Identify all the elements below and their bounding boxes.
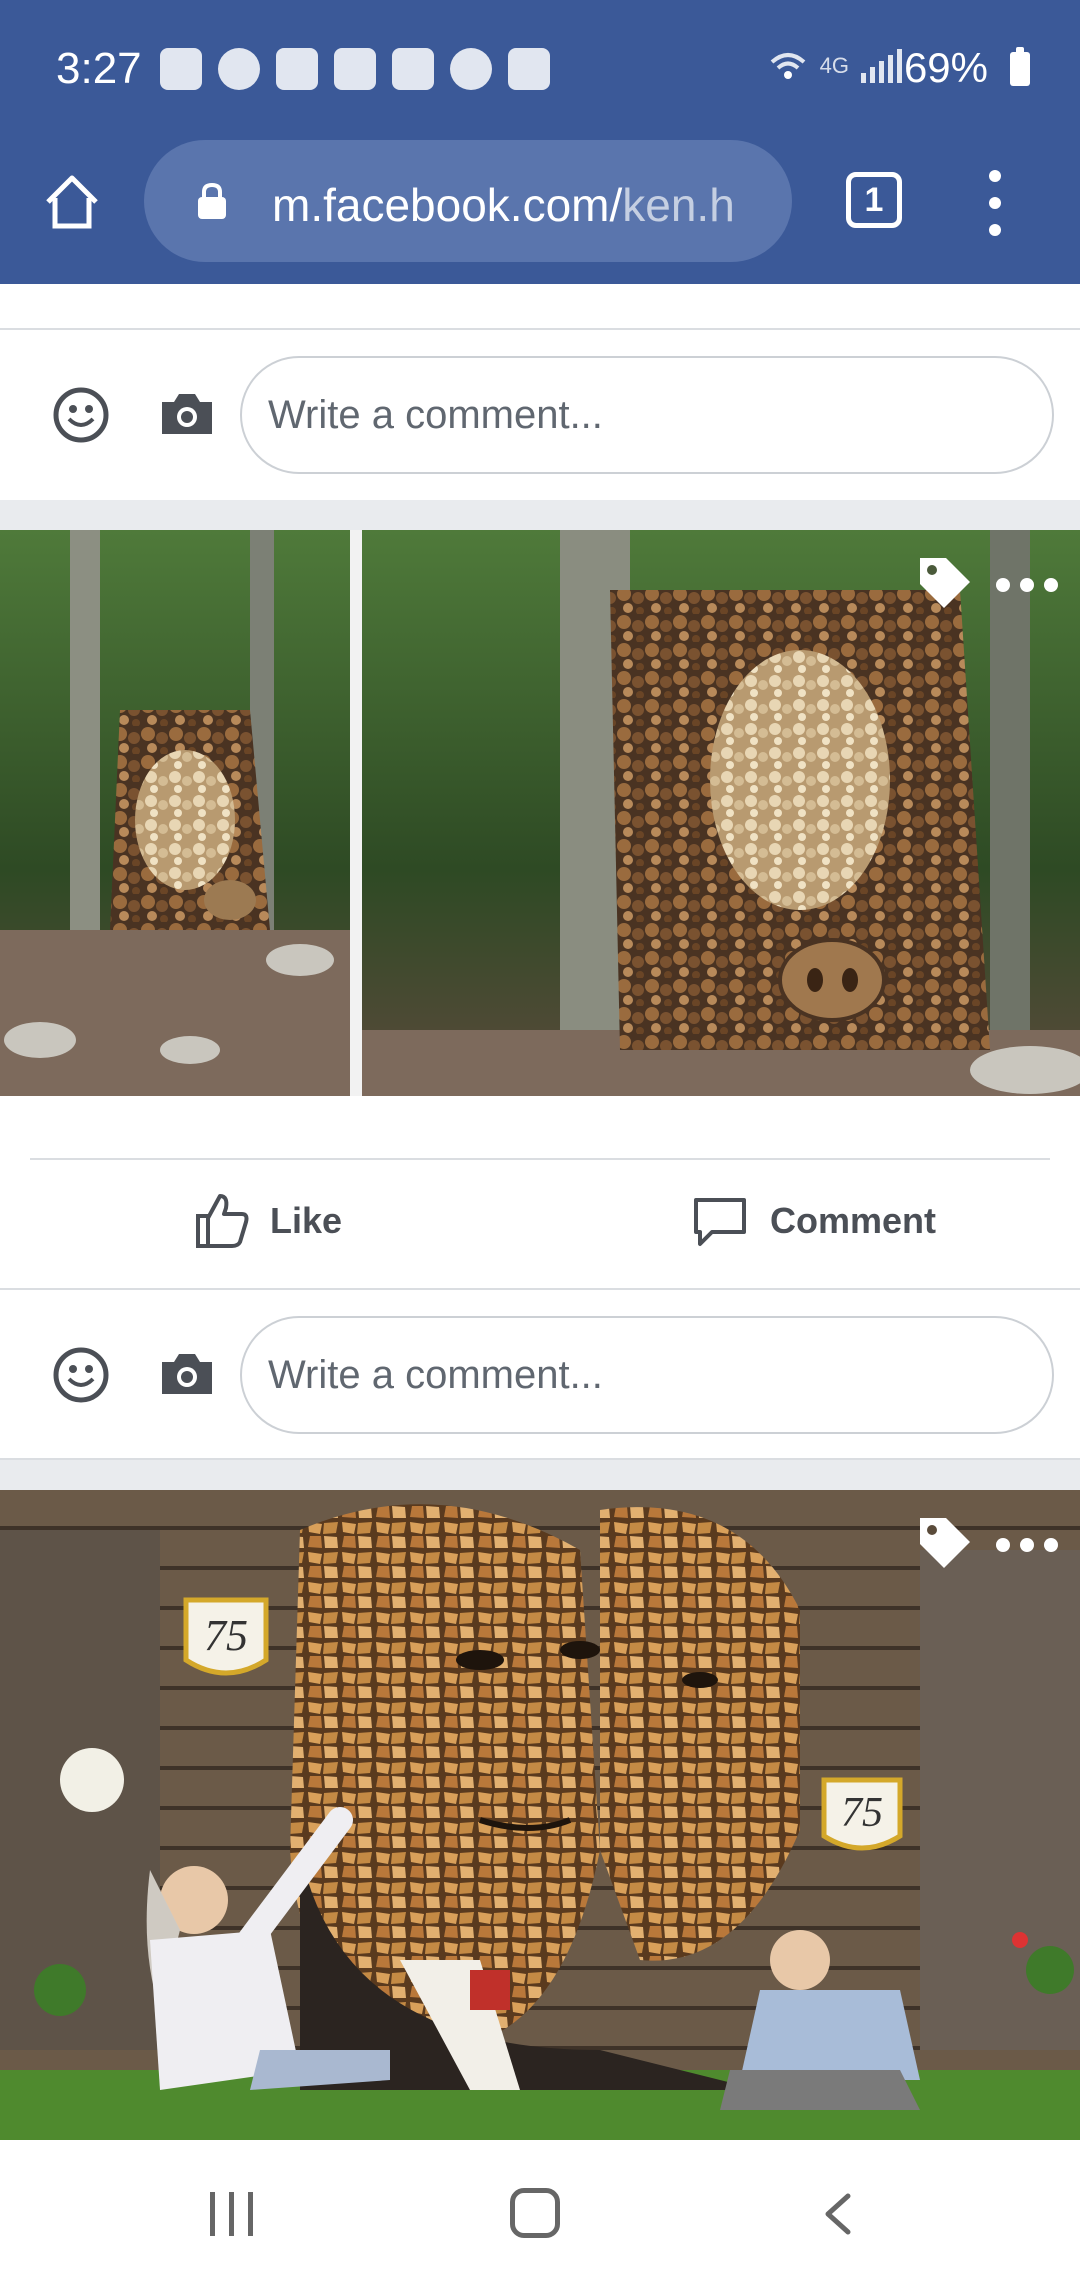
svg-text:75: 75 bbox=[841, 1790, 883, 1836]
notification-icons bbox=[160, 48, 550, 90]
recent-apps-icon[interactable] bbox=[210, 2192, 256, 2236]
comment-button[interactable]: Comment bbox=[692, 1188, 936, 1254]
mail-icon bbox=[392, 48, 434, 90]
home-nav-icon[interactable] bbox=[510, 2188, 560, 2238]
camera-icon[interactable] bbox=[158, 390, 216, 438]
url-host: m.facebook.com/ bbox=[272, 179, 623, 231]
lock-icon bbox=[198, 182, 226, 219]
comment-label: Comment bbox=[770, 1200, 937, 1241]
wifi-icon bbox=[770, 53, 805, 79]
image-icon bbox=[508, 48, 550, 90]
home-icon[interactable] bbox=[42, 172, 102, 232]
post-photo-wood-portrait[interactable]: 75 75 bbox=[0, 1490, 1080, 2140]
emoji-icon[interactable] bbox=[52, 1346, 110, 1404]
status-bar: 3:27 4G 69% bbox=[0, 0, 1080, 140]
mail-icon bbox=[334, 48, 376, 90]
comment-composer: Write a comment... bbox=[0, 1290, 1080, 1460]
status-time: 3:27 bbox=[56, 44, 142, 93]
battery-percent: 69% bbox=[903, 44, 988, 91]
messenger-icon bbox=[160, 48, 202, 90]
signal-icon bbox=[861, 49, 902, 83]
overflow-menu-icon[interactable] bbox=[980, 170, 1010, 236]
post-photo-log-pig[interactable] bbox=[0, 530, 1080, 1096]
like-button[interactable]: Like bbox=[194, 1188, 342, 1254]
sync-icon bbox=[450, 48, 492, 90]
like-label: Like bbox=[270, 1200, 343, 1241]
svg-text:75: 75 bbox=[204, 1611, 248, 1660]
connectivity-icons: 4G bbox=[768, 46, 902, 86]
system-navigation-bar bbox=[0, 2140, 1080, 2280]
more-options-icon[interactable] bbox=[996, 1534, 1060, 1554]
comment-composer: Write a comment... bbox=[0, 330, 1080, 500]
post-actions-bar: Like Comment bbox=[0, 1096, 1080, 1290]
address-bar[interactable]: m.facebook.com/ken.h bbox=[144, 140, 792, 262]
battery-icon bbox=[1010, 47, 1030, 86]
comment-input[interactable]: Write a comment... bbox=[240, 1316, 1054, 1434]
tabs-button[interactable]: 1 bbox=[846, 172, 902, 228]
url-text: m.facebook.com/ken.h bbox=[272, 178, 772, 232]
url-path: ken.h bbox=[622, 179, 735, 231]
more-options-icon[interactable] bbox=[996, 574, 1060, 594]
emoji-icon[interactable] bbox=[52, 386, 110, 444]
network-type: 4G bbox=[819, 53, 849, 78]
messenger-icon bbox=[276, 48, 318, 90]
comment-icon bbox=[694, 1198, 746, 1246]
wood-portrait-photo: 75 75 bbox=[0, 1490, 1080, 2140]
browser-chrome: 3:27 4G 69% m.facebook.com/ken.h 1 bbox=[0, 0, 1080, 284]
thumbs-up-icon bbox=[196, 1194, 249, 1248]
log-pig-photo bbox=[0, 530, 1080, 1096]
tag-icon[interactable] bbox=[916, 554, 974, 612]
screen: 3:27 4G 69% m.facebook.com/ken.h 1 Write… bbox=[0, 0, 1080, 2280]
facebook-icon bbox=[218, 48, 260, 90]
previous-post-bottom bbox=[0, 284, 1080, 330]
tag-icon[interactable] bbox=[916, 1514, 974, 1572]
camera-icon[interactable] bbox=[158, 1350, 216, 1398]
back-icon[interactable] bbox=[818, 2192, 858, 2236]
divider bbox=[30, 1158, 1050, 1160]
comment-input[interactable]: Write a comment... bbox=[240, 356, 1054, 474]
